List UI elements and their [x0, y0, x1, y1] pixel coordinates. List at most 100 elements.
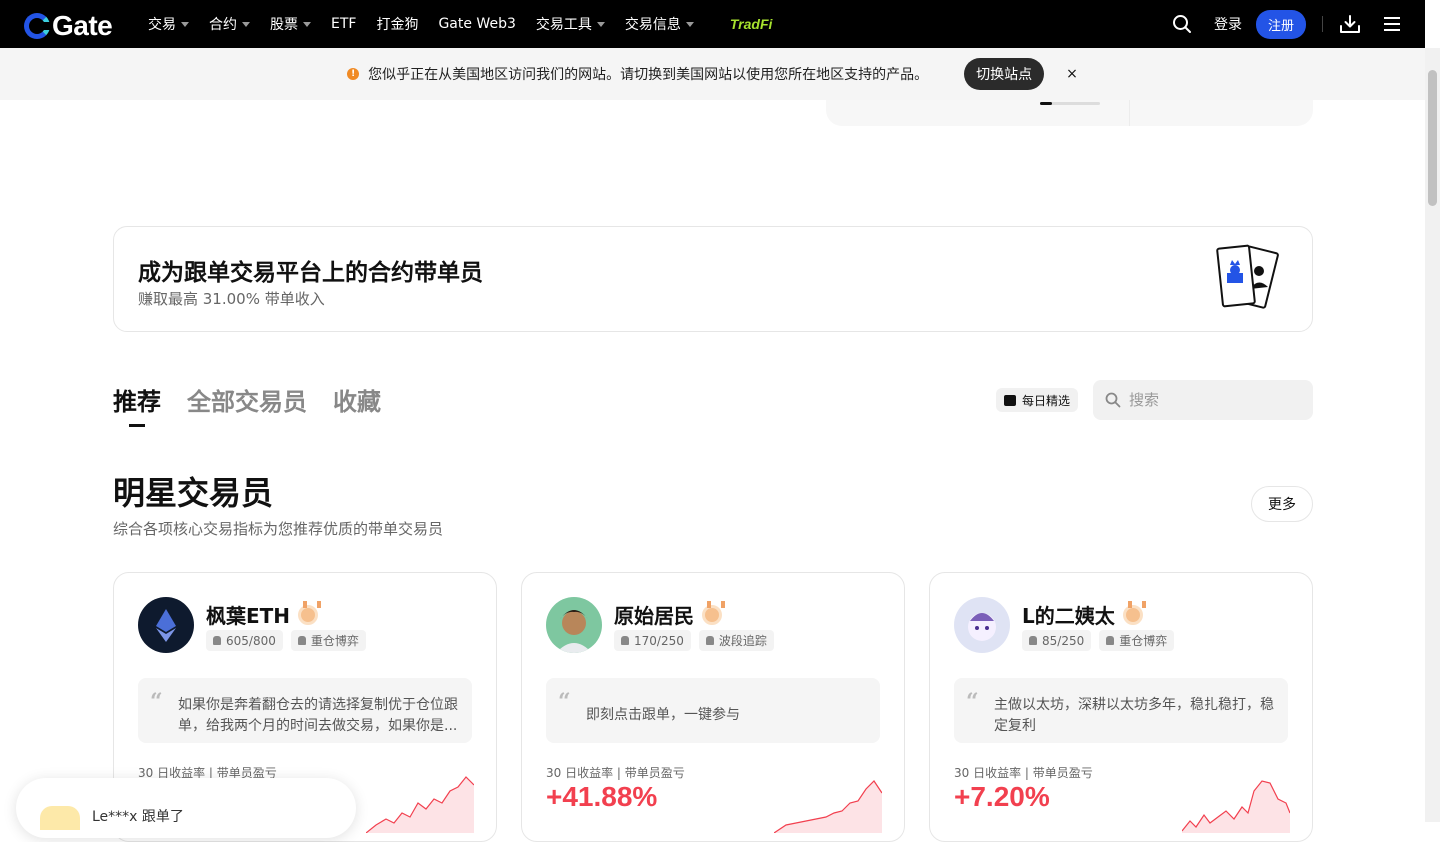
carousel-divider [1129, 100, 1130, 126]
nav-item[interactable]: 股票 [270, 14, 311, 34]
medal-icon [1122, 600, 1146, 625]
nav-item-label: 交易信息 [624, 17, 681, 33]
roi-value: +41.88% [546, 781, 658, 812]
nav-item[interactable]: 交易工具 [536, 14, 605, 34]
section-subtitle: 综合各项核心交易指标为您推荐优质的带单交易员 [113, 520, 444, 538]
nav-item[interactable]: 交易信息 [625, 14, 694, 34]
scrollbar-thumb[interactable] [1428, 70, 1437, 206]
pnl-sparkline [774, 780, 882, 833]
gate-logo[interactable]: Gate [24, 10, 113, 42]
style-icon [705, 636, 714, 645]
followers-count: 605/800 [226, 633, 276, 648]
logo-text: Gate [52, 10, 113, 41]
banner-message: 您似乎正在从美国地区访问我们的网站。请切换到美国网站以使用您所在地区支持的产品。 [368, 67, 929, 83]
warning-icon: ! [347, 68, 360, 80]
login-link[interactable]: 登录 [1214, 14, 1242, 34]
medal-icon [702, 600, 725, 625]
trader-quote: “ 如果你是奔着翻仓去的请选择复制优于仓位跟单，给我两个月的时间去做交易，如果你… [138, 678, 472, 743]
search-input[interactable] [1129, 391, 1299, 409]
user-icon [621, 636, 629, 645]
style-tag: 波段追踪 [698, 630, 774, 651]
pnl-sparkline [366, 776, 474, 833]
menu-icon[interactable] [1383, 16, 1401, 32]
tab-all-traders[interactable]: 全部交易员 [187, 382, 307, 417]
nav-item[interactable]: 交易 [148, 14, 189, 34]
nav-item[interactable]: 打金狗 [376, 14, 418, 34]
switch-site-button[interactable]: 切换站点 [964, 58, 1045, 90]
user-icon [1029, 636, 1037, 645]
followers-tag: 85/250 [1022, 630, 1092, 651]
trader-name[interactable]: 原始居民 [614, 600, 694, 629]
carousel-indicator[interactable] [1040, 102, 1100, 105]
region-warning-banner: ! 您似乎正在从美国地区访问我们的网站。请切换到美国网站以使用您所在地区支持的产… [0, 48, 1425, 100]
chevron-down-icon [242, 21, 250, 27]
calendar-icon [1004, 394, 1016, 406]
followers-tag: 605/800 [206, 630, 283, 651]
tradfi-link[interactable]: TradFi [730, 16, 773, 32]
become-lead-trader-banner[interactable]: 成为跟单交易平台上的合约带单员 赚取最高 31.00% 带单收入 [113, 226, 1313, 332]
nav-item[interactable]: ETF [331, 16, 356, 32]
search-icon [1105, 392, 1121, 408]
nav-item[interactable]: Gate Web3 [438, 16, 515, 32]
followers-tag: 170/250 [614, 630, 691, 651]
nav-item-label: 合约 [209, 17, 237, 33]
followers-count: 85/250 [1042, 633, 1085, 648]
trader-avatar[interactable] [546, 597, 602, 653]
download-icon[interactable] [1339, 14, 1361, 34]
quote-icon: “ [966, 689, 979, 715]
style-tag: 重仓博弈 [290, 630, 366, 651]
chevron-down-icon [596, 21, 605, 27]
tab-favorites[interactable]: 收藏 [333, 382, 381, 417]
style-tag: 重仓博弈 [1099, 630, 1175, 651]
daily-pick-button[interactable]: 每日精选 [996, 388, 1079, 412]
nav-item-label: Gate Web3 [438, 16, 516, 32]
trader-name-row: 原始居民 [614, 600, 725, 629]
user-icon [213, 636, 221, 645]
close-banner-icon[interactable]: × [1066, 66, 1078, 82]
quote-icon: “ [150, 689, 163, 715]
quote-icon: “ [558, 689, 571, 715]
trader-card[interactable]: 原始居民 170/250 波段追踪 “ 即刻点击跟单，一键参与 30 日收益率 … [521, 572, 905, 842]
trader-avatar[interactable] [138, 597, 194, 653]
quote-text: 如果你是奔着翻仓去的请选择复制优于仓位跟单，给我两个月的时间去做交易，如果你是.… [178, 696, 458, 734]
section-title: 明星交易员 [113, 474, 274, 512]
nav-item-label: 交易工具 [535, 17, 592, 33]
chevron-down-icon [685, 21, 694, 27]
trader-avatar[interactable] [954, 597, 1010, 653]
nav-menu: 交易 合约 股票 ETF 打金狗 Gate Web3 交易工具 交易信息 TradFi [148, 0, 772, 48]
trading-style: 波段追踪 [718, 634, 767, 648]
trading-style: 重仓博弈 [310, 634, 359, 648]
nav-item[interactable]: 合约 [209, 14, 250, 34]
tab-recommended[interactable]: 推荐 [113, 382, 161, 427]
trader-tabs: 推荐 全部交易员 收藏 [113, 382, 407, 427]
nav-right: 登录 注册 [1172, 0, 1401, 48]
quote-text: 主做以太坊，深耕以太坊多年，稳扎稳打，稳定复利 [994, 696, 1274, 734]
metric-label: 30 日收益率 | 带单员盈亏 [954, 766, 1093, 780]
medal-icon [298, 600, 322, 625]
register-button[interactable]: 注册 [1255, 9, 1306, 39]
trader-search[interactable] [1093, 380, 1313, 420]
style-icon [1106, 636, 1115, 645]
trader-name-row: 枫葉ETH [206, 600, 322, 629]
chevron-down-icon [303, 21, 311, 27]
trader-name[interactable]: L的二姨太 [1022, 600, 1115, 629]
nav-item-label: 交易 [148, 17, 176, 33]
more-button[interactable]: 更多 [1251, 486, 1313, 522]
toast-text: Le***x 跟单了 [92, 809, 184, 825]
trader-tags: 85/250 重仓博弈 [1022, 630, 1182, 651]
metric-label: 30 日收益率 | 带单员盈亏 [546, 766, 685, 780]
page-scrollbar[interactable] [1425, 48, 1440, 822]
gate-logo-icon [24, 13, 50, 39]
trader-cards-illustration [1216, 244, 1279, 309]
trader-tags: 170/250 波段追踪 [614, 630, 782, 651]
roi-value: +7.20% [954, 781, 1050, 812]
nav-item-label: 股票 [270, 17, 298, 33]
pnl-sparkline [1182, 780, 1290, 833]
trader-name[interactable]: 枫葉ETH [206, 600, 290, 629]
search-icon[interactable] [1172, 14, 1192, 34]
copy-notification-toast: Le***x 跟单了 [16, 778, 356, 838]
trader-name-row: L的二姨太 [1022, 600, 1146, 629]
trader-card[interactable]: L的二姨太 85/250 重仓博弈 “ 主做以太坊，深耕以太坊多年，稳扎稳打，稳… [929, 572, 1313, 842]
promo-subtitle: 赚取最高 31.00% 带单收入 [138, 290, 325, 308]
trader-quote: “ 即刻点击跟单，一键参与 [546, 678, 880, 743]
